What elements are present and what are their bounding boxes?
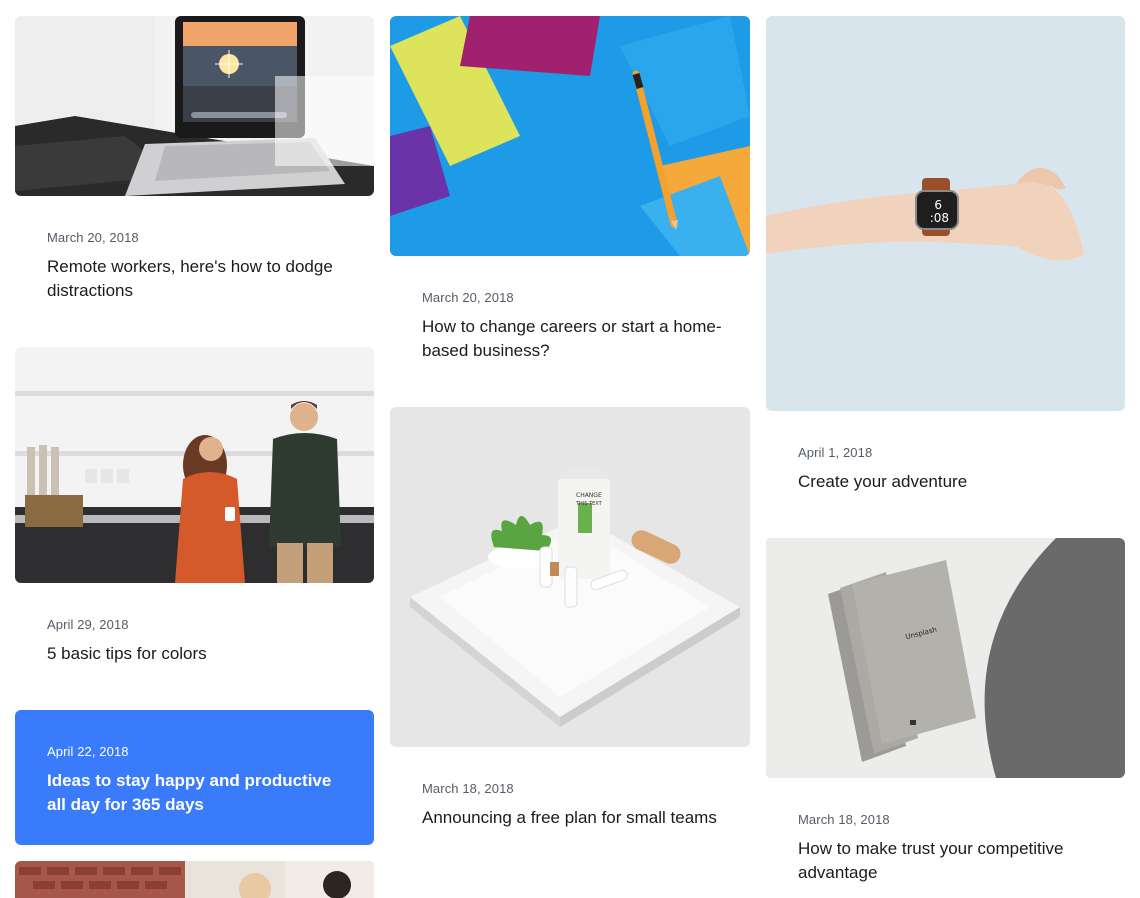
- post-image-office[interactable]: [15, 861, 374, 898]
- post-image-notebooks[interactable]: Unsplash: [766, 538, 1125, 778]
- post-title[interactable]: Create your adventure: [798, 470, 1098, 494]
- post-date: March 18, 2018: [798, 812, 890, 827]
- watch-minutes: :08: [930, 211, 949, 225]
- post-date: April 29, 2018: [47, 617, 129, 632]
- post-title[interactable]: Announcing a free plan for small teams: [422, 806, 722, 830]
- post-image-envelopes[interactable]: [390, 16, 750, 256]
- post-date: March 20, 2018: [422, 290, 514, 305]
- svg-text:THIS TEXT: THIS TEXT: [575, 501, 603, 507]
- post-date: March 18, 2018: [422, 781, 514, 796]
- post-title[interactable]: Ideas to stay happy and productive all d…: [47, 769, 347, 817]
- post-image-watch[interactable]: 6 :08: [766, 16, 1125, 411]
- post-meta: April 29, 2018 5 basic tips for colors: [47, 617, 347, 666]
- post-meta: March 20, 2018 How to change careers or …: [422, 290, 722, 363]
- blog-grid: March 20, 2018 Remote workers, here's ho…: [0, 0, 1140, 898]
- post-date: March 20, 2018: [47, 230, 139, 245]
- post-meta: March 20, 2018 Remote workers, here's ho…: [47, 230, 347, 303]
- post-date: April 22, 2018: [47, 744, 129, 759]
- post-image-kitchen[interactable]: [15, 347, 374, 583]
- post-meta: April 1, 2018 Create your adventure: [798, 445, 1098, 494]
- watch-hours: 6: [934, 198, 942, 212]
- post-title[interactable]: 5 basic tips for colors: [47, 642, 347, 666]
- post-meta: March 18, 2018 Announcing a free plan fo…: [422, 781, 722, 830]
- package-label: CHANGE: [576, 492, 602, 499]
- featured-post-card[interactable]: April 22, 2018 Ideas to stay happy and p…: [15, 710, 374, 845]
- post-title[interactable]: How to make trust your competitive advan…: [798, 837, 1098, 885]
- post-date: April 1, 2018: [798, 445, 873, 460]
- post-meta: April 22, 2018 Ideas to stay happy and p…: [47, 744, 347, 817]
- post-image-product-mockup[interactable]: CHANGE THIS TEXT: [390, 407, 750, 747]
- post-meta: March 18, 2018 How to make trust your co…: [798, 812, 1098, 885]
- post-title[interactable]: How to change careers or start a home-ba…: [422, 315, 722, 363]
- post-image-laptop[interactable]: [15, 16, 374, 196]
- post-title[interactable]: Remote workers, here's how to dodge dist…: [47, 255, 347, 303]
